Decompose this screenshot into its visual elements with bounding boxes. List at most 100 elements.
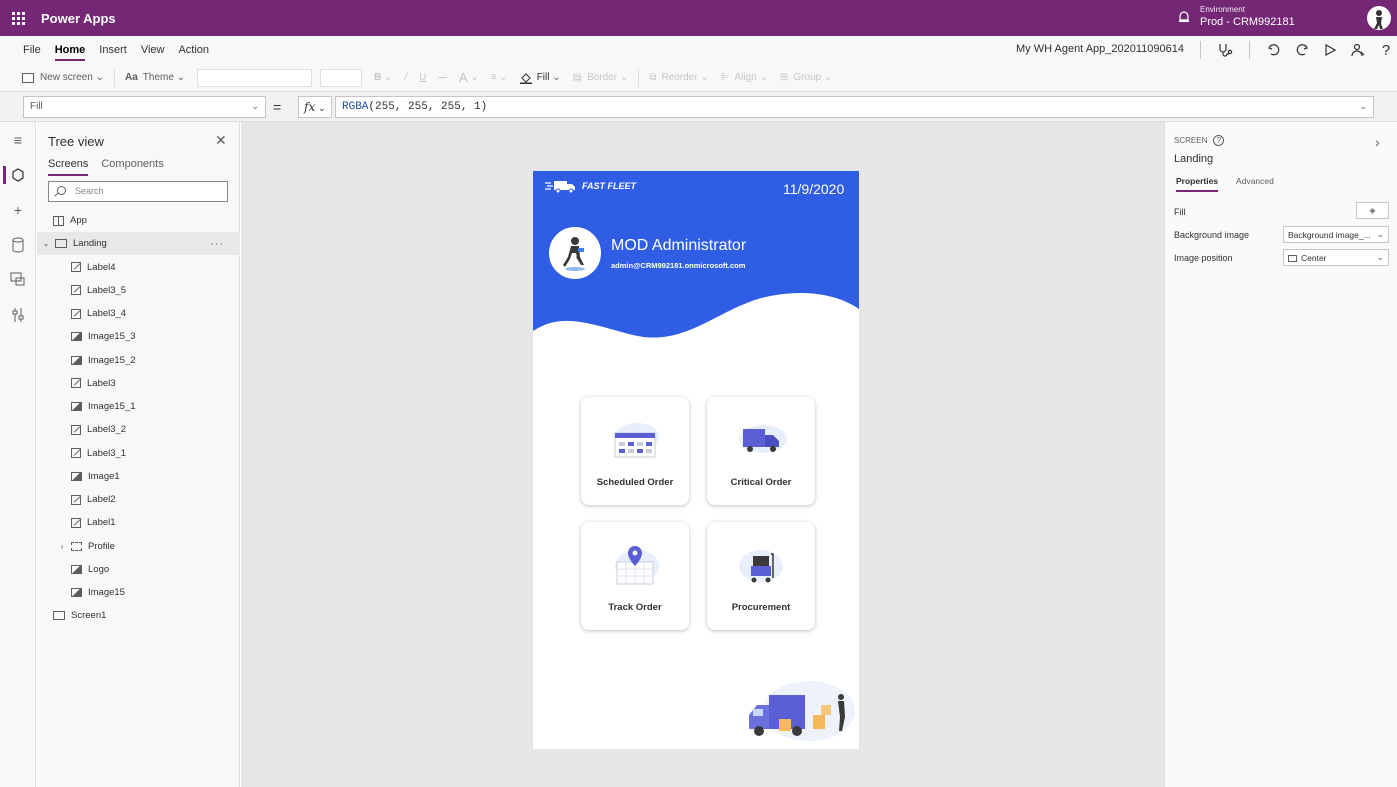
redo-button[interactable] — [1293, 41, 1311, 59]
tree-item[interactable]: ⌄ Landing ··· — [37, 232, 240, 256]
strikethrough-button[interactable] — [433, 64, 453, 92]
theme-button[interactable]: Aa Theme ⌄ — [119, 64, 191, 92]
tree-item-label: App — [70, 215, 87, 226]
tree-item[interactable]: App — [37, 209, 240, 232]
more-options-icon[interactable]: ··· — [210, 238, 224, 250]
expand-formula-icon[interactable]: ⌄ — [1359, 101, 1367, 112]
scheduled-order-card[interactable]: Scheduled Order — [581, 397, 689, 505]
group-button[interactable]: ⊞ Group ⌄ — [774, 64, 838, 92]
paint-bucket-icon — [519, 72, 532, 84]
brand-name: FAST FLEET — [582, 181, 636, 191]
procurement-card[interactable]: Procurement — [707, 522, 815, 630]
chevron-right-icon[interactable]: › — [57, 542, 67, 551]
tree-search-input[interactable]: Search — [48, 181, 228, 202]
advanced-tools-icon[interactable] — [10, 307, 26, 323]
map-pin-icon — [615, 546, 659, 585]
background-image-dropdown[interactable]: Background image_... ⌄ — [1283, 226, 1389, 243]
tree-item[interactable]: Label3_2 — [37, 418, 240, 441]
image-position-icon — [1288, 255, 1297, 262]
label-icon — [71, 424, 81, 435]
tree-item-label: Screen1 — [71, 610, 107, 622]
landing-screen[interactable]: FAST FLEET 11/9/2020 MOD Administrator a… — [533, 171, 859, 749]
align-button[interactable]: ⊫ Align ⌄ — [715, 64, 774, 92]
chevron-down-icon: ⌄ — [1376, 252, 1384, 262]
undo-button[interactable] — [1265, 41, 1283, 59]
menu-file[interactable]: File — [16, 36, 48, 64]
tree-item-label: Label1 — [87, 517, 116, 529]
preview-button[interactable] — [1321, 41, 1339, 59]
font-family-select[interactable] — [197, 68, 313, 87]
menu-view[interactable]: View — [134, 36, 172, 64]
label-icon — [71, 517, 81, 528]
tree-item[interactable]: Screen1 — [37, 604, 240, 627]
tree-view-icon[interactable] — [10, 167, 26, 183]
app-launcher-button[interactable] — [0, 0, 36, 36]
share-button[interactable] — [1349, 41, 1367, 59]
italic-button[interactable]: / — [398, 64, 413, 92]
media-icon[interactable] — [10, 272, 26, 288]
critical-order-card[interactable]: Critical Order — [707, 397, 815, 505]
properties-pane: SCREEN ? Landing › Properties Advanced F… — [1164, 122, 1397, 787]
tree-item[interactable]: Label2 — [37, 488, 240, 511]
stethoscope-icon — [1219, 44, 1233, 57]
tree-item[interactable]: Label4 — [37, 256, 240, 279]
font-size-select[interactable] — [320, 68, 363, 87]
tree-item[interactable]: Image15_3 — [37, 325, 240, 348]
tree-item-label: Label3_2 — [87, 424, 127, 436]
tree-item[interactable]: Label3_4 — [37, 302, 240, 325]
redo-icon — [1296, 44, 1308, 56]
bold-icon: B — [374, 72, 382, 83]
border-button[interactable]: ▤ Border ⌄ — [567, 64, 635, 92]
environment-picker[interactable]: Environment Prod - CRM992181 — [1176, 4, 1295, 28]
tree-item[interactable]: › Profile — [37, 535, 240, 558]
fill-color-picker[interactable]: ◈ — [1356, 202, 1389, 219]
app-checker-button[interactable] — [1216, 41, 1234, 59]
insert-icon[interactable]: + — [10, 202, 26, 218]
formula-input[interactable]: RGBA(255, 255, 255, 1) ⌄ — [335, 96, 1374, 118]
menu-action[interactable]: Action — [171, 36, 216, 64]
tab-advanced[interactable]: Advanced — [1236, 176, 1274, 192]
data-icon[interactable] — [10, 237, 26, 253]
tab-screens[interactable]: Screens — [48, 158, 89, 176]
bold-button[interactable]: B ⌄ — [368, 64, 398, 92]
user-avatar[interactable] — [1367, 6, 1391, 30]
underline-button[interactable]: U — [413, 64, 432, 92]
tree-item[interactable]: Label3_1 — [37, 442, 240, 465]
help-circle-icon[interactable]: ? — [1213, 135, 1225, 146]
tree-item[interactable]: Image1 — [37, 465, 240, 488]
new-screen-button[interactable]: New screen ⌄ — [16, 64, 110, 92]
chevron-down-icon[interactable]: ⌄ — [41, 239, 51, 248]
help-icon: ? — [1381, 41, 1391, 59]
border-label: Border — [587, 72, 618, 83]
tree-item[interactable]: Image15_1 — [37, 395, 240, 418]
menu-insert[interactable]: Insert — [92, 36, 134, 64]
hamburger-icon[interactable]: ≡ — [10, 132, 26, 148]
border-icon: ▤ — [572, 72, 583, 83]
text-align-button[interactable]: ≡ ⌄ — [485, 64, 514, 92]
menu-home[interactable]: Home — [48, 36, 93, 64]
tab-components[interactable]: Components — [101, 158, 163, 176]
tree-item[interactable]: Label1 — [37, 511, 240, 534]
label-icon — [71, 494, 81, 505]
tab-properties[interactable]: Properties — [1176, 176, 1219, 192]
fill-button[interactable]: Fill ⌄ — [514, 64, 567, 92]
align-label: Align — [734, 72, 757, 83]
reorder-button[interactable]: ⧉ Reorder ⌄ — [643, 64, 714, 92]
property-select[interactable]: Fill ⌄ — [23, 96, 266, 118]
tree-item[interactable]: Label3_5 — [37, 279, 240, 302]
tree-item[interactable]: Logo — [37, 558, 240, 581]
font-color-button[interactable]: A ⌄ — [453, 64, 485, 92]
chevron-right-icon[interactable]: › — [1375, 134, 1380, 150]
ribbon-toolbar: New screen ⌄ Aa Theme ⌄ B ⌄ / U A ⌄ ≡ ⌄ … — [0, 64, 1397, 92]
tree-item[interactable]: Image15 — [37, 581, 240, 604]
fx-button[interactable]: fx ⌄ — [298, 96, 332, 118]
profile-avatar — [549, 227, 601, 279]
help-button[interactable]: ? — [1377, 41, 1395, 59]
tree-item[interactable]: Image15_2 — [37, 349, 240, 372]
track-order-card[interactable]: Track Order — [581, 522, 689, 630]
truck-logo-icon — [545, 181, 575, 194]
close-icon[interactable]: ✕ — [215, 132, 227, 149]
font-color-icon: A — [458, 70, 468, 85]
image-position-dropdown[interactable]: Center ⌄ — [1283, 249, 1389, 266]
tree-item[interactable]: Label3 — [37, 372, 240, 395]
